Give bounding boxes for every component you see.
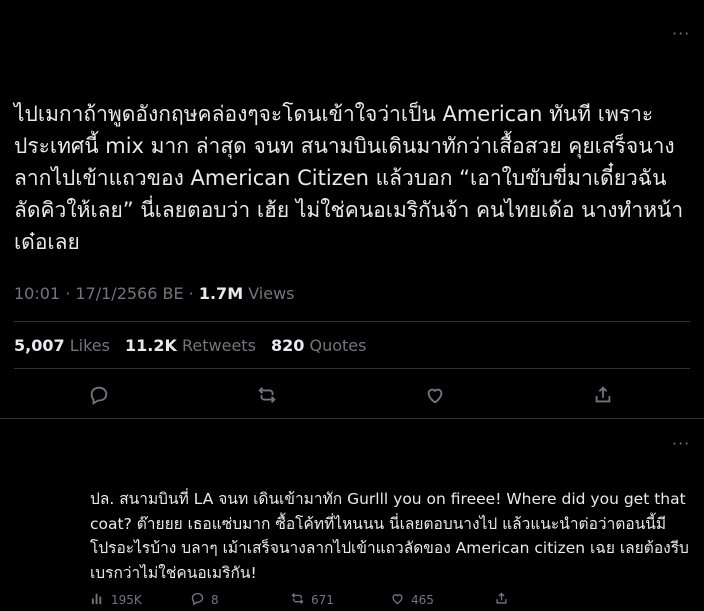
tweet-meta: 10:01 · 17/1/2566 BE · 1.7M Views <box>14 284 295 303</box>
likes-label: Likes <box>69 336 110 355</box>
reply-text: ปล. สนามบินที่ LA จนท เดินเข้ามาทัก Gurl… <box>90 490 689 582</box>
views-count: 1.7M <box>198 284 244 303</box>
likes-count: 5,007 <box>14 336 65 355</box>
reply-count: 8 <box>211 593 219 607</box>
quotes-stat[interactable]: 820 Quotes <box>271 336 366 355</box>
views-icon <box>90 591 105 609</box>
reply-icon <box>190 591 205 609</box>
more-options-icon[interactable]: ··· <box>672 434 690 453</box>
like-icon <box>390 591 405 609</box>
retweet-icon[interactable] <box>256 384 278 406</box>
reply-actions: 195K 8 671 465 <box>0 591 704 611</box>
like-action[interactable]: 465 <box>390 591 434 609</box>
share-icon <box>494 591 509 609</box>
tweet-time[interactable]: 10:01 · 17/1/2566 BE · <box>14 284 199 303</box>
retweet-count: 671 <box>311 593 334 607</box>
retweets-stat[interactable]: 11.2K Retweets <box>125 336 256 355</box>
divider <box>0 418 704 419</box>
retweets-label: Retweets <box>182 336 256 355</box>
reply-tweet: ··· ปล. สนามบินที่ LA จนท เดินเข้ามาทัก … <box>0 420 704 609</box>
reply-icon[interactable] <box>88 384 110 406</box>
views-action[interactable]: 195K <box>90 591 142 609</box>
engagement-stats: 5,007 Likes 11.2K Retweets 820 Quotes <box>14 336 376 355</box>
like-icon[interactable] <box>424 384 446 406</box>
divider <box>14 368 690 369</box>
quotes-label: Quotes <box>309 336 367 355</box>
likes-stat[interactable]: 5,007 Likes <box>14 336 110 355</box>
more-options-icon[interactable]: ··· <box>672 24 690 43</box>
retweet-action[interactable]: 671 <box>290 591 334 609</box>
views-label: Views <box>243 284 295 303</box>
divider <box>14 321 690 322</box>
retweets-count: 11.2K <box>125 336 177 355</box>
quotes-count: 820 <box>271 336 305 355</box>
share-action[interactable] <box>494 591 509 609</box>
retweet-icon <box>290 591 305 609</box>
share-icon[interactable] <box>592 384 614 406</box>
tweet-text: ไปเมกาถ้าพูดอังกฤษคล่องๆจะโดนเข้าใจว่าเป… <box>14 102 684 254</box>
reply-action[interactable]: 8 <box>190 591 219 609</box>
like-count: 465 <box>411 593 434 607</box>
tweet-actions <box>0 384 704 408</box>
views-count: 195K <box>111 593 142 607</box>
